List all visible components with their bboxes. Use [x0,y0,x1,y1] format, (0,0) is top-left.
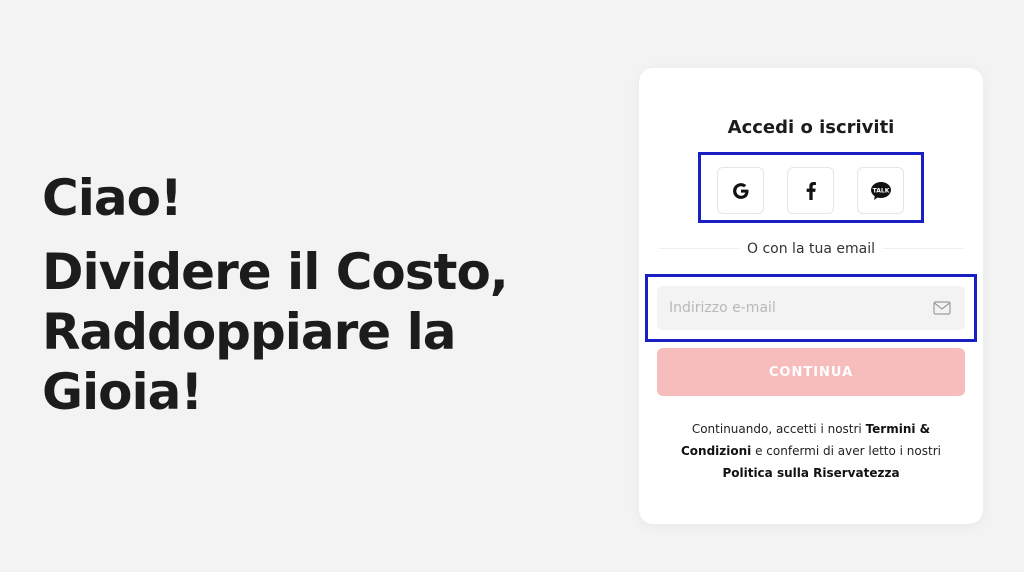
legal-prefix: Continuando, accetti i nostri [691,422,866,436]
kakaotalk-login-button[interactable]: TALK [857,167,904,214]
mail-icon [933,301,951,315]
google-login-button[interactable] [717,167,764,214]
hero-greeting: Ciao! [42,169,183,227]
email-input[interactable] [657,286,965,330]
legal-middle: e confermi di aver letto i nostri [751,444,941,458]
card-title: Accedi o iscriviti [727,117,895,138]
divider: O con la tua email [639,238,983,257]
hero-section: Ciao! Dividere il Costo, Raddoppiare la … [42,162,562,422]
login-page: Ciao! Dividere il Costo, Raddoppiare la … [0,0,1024,572]
kakaotalk-icon-label: TALK [872,187,889,194]
facebook-login-button[interactable] [787,167,834,214]
hero-tagline: Dividere il Costo, Raddoppiare la Gioia! [42,243,509,421]
email-field-group [645,274,977,342]
facebook-icon [806,181,816,200]
google-icon [732,182,748,199]
continue-button[interactable]: CONTINUA [657,348,965,396]
kakaotalk-icon: TALK [870,181,891,200]
login-card: Accedi o iscriviti TALK O con la tua ema… [639,68,983,524]
divider-text: O con la tua email [739,241,883,257]
privacy-link[interactable]: Politica sulla Riservatezza [722,466,899,480]
email-field [657,286,965,330]
legal-text: Continuando, accetti i nostri Termini & … [655,418,967,484]
social-login-group: TALK [698,152,924,223]
